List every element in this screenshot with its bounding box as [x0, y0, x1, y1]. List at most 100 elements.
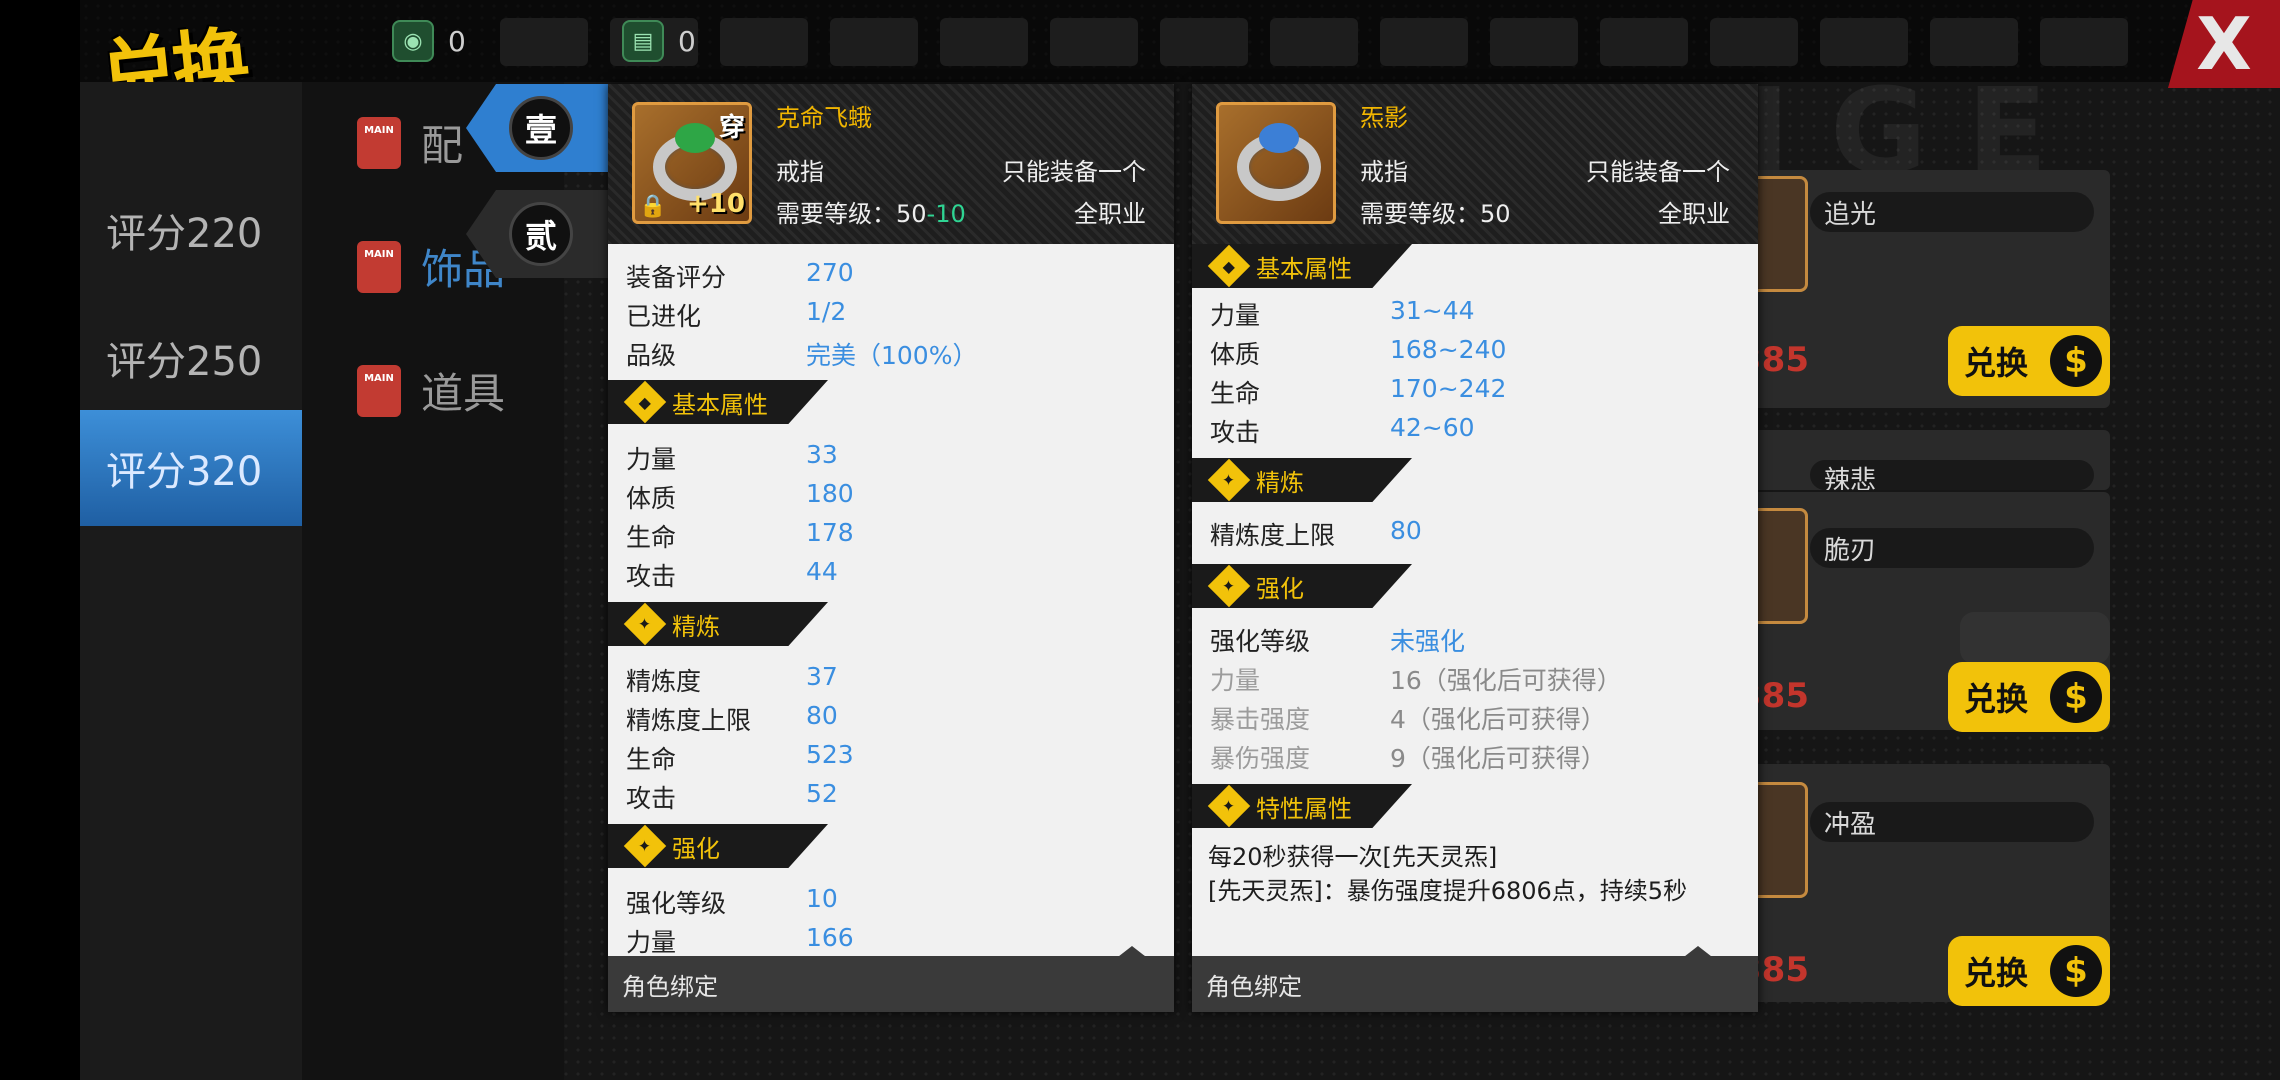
green-gem [675, 123, 715, 153]
enhance-level-badge: +10 [687, 189, 745, 219]
stat-row-locked: 力量 16（强化后可获得） [1210, 661, 1622, 697]
exchange-button[interactable]: 兑换 $ [1948, 936, 2110, 1006]
item-tooltip-equipped: 穿 🔒 +10 克命飞蛾 戒指 只能装备一个 需要等级：50-10 全职业 装备… [608, 84, 1174, 1012]
stat-key: 攻击 [626, 562, 677, 591]
stat-key: 暴击强度 [1210, 705, 1311, 734]
star-icon: ✦ [1207, 564, 1251, 608]
equipped-badge: 穿 [718, 113, 745, 143]
exchange-button[interactable]: 兑换 $ [1948, 662, 2110, 732]
item-unique-note: 只能装备一个 [1586, 158, 1730, 186]
list-item-name: 追光 [1810, 192, 2094, 232]
section-title: 特性属性 [1256, 794, 1352, 823]
top-slot [2040, 18, 2128, 66]
stat-key: 已进化 [626, 302, 702, 331]
item-level-requirement: 需要等级：50-10 [776, 194, 966, 229]
stat-row: 攻击 44 [626, 557, 838, 593]
lock-icon: 🔒 [639, 194, 667, 219]
top-slot [1380, 18, 1468, 66]
category-label: 道具 [421, 369, 506, 418]
list-item-name: 冲盈 [1810, 802, 2094, 842]
stat-value: 4（强化后可获得） [1390, 705, 1606, 734]
tab-label: 壹 [509, 96, 573, 160]
section-header-basic: ◆ 基本属性 [1192, 244, 1412, 288]
stat-row: 生命 170~242 [1210, 374, 1506, 410]
stat-key: 精炼度上限 [626, 706, 752, 735]
stat-row: 体质 168~240 [1210, 335, 1506, 371]
category-item[interactable]: MAIN 配 [357, 112, 463, 173]
stat-key: 力量 [1210, 666, 1261, 695]
score-nav-item-active[interactable]: 评分320 [80, 410, 302, 526]
stat-key: 攻击 [1210, 418, 1261, 447]
exchange-button[interactable]: 兑换 $ [1948, 326, 2110, 396]
stat-row-locked: 暴击强度 4（强化后可获得） [1210, 700, 1606, 736]
stat-value: 168~240 [1390, 335, 1507, 364]
tab-label: 贰 [509, 202, 573, 266]
level-modifier: -10 [926, 200, 966, 228]
star-icon: ✦ [623, 602, 667, 646]
currency-token[interactable]: ◉ 0 [392, 20, 466, 62]
stat-row: 装备评分 270 [626, 258, 854, 294]
green-ticket-icon: ▤ [622, 20, 664, 62]
stat-value: 1/2 [806, 297, 847, 326]
level-base: 50 [896, 200, 927, 228]
top-slot [500, 18, 588, 66]
stat-row: 品级 完美（100%） [626, 336, 977, 372]
top-slot [1160, 18, 1248, 66]
stat-key: 精炼度 [626, 667, 702, 696]
stat-key: 暴伤强度 [1210, 744, 1311, 773]
stat-row: 力量 33 [626, 440, 838, 476]
stat-value: 未强化 [1390, 627, 1466, 656]
section-title: 强化 [672, 834, 720, 863]
top-slot [1820, 18, 1908, 66]
item-type: 戒指 [1360, 158, 1408, 186]
tab-two[interactable]: 贰 [466, 190, 616, 278]
main-badge-icon: MAIN [357, 116, 401, 169]
stat-key: 攻击 [626, 784, 677, 813]
stat-key: 精炼度上限 [1210, 521, 1336, 550]
stat-row: 攻击 52 [626, 779, 838, 815]
top-slot [1600, 18, 1688, 66]
blue-gem [1259, 123, 1299, 153]
dollar-icon: $ [2050, 335, 2102, 387]
top-slot [940, 18, 1028, 66]
section-header-special: ✦ 特性属性 [1192, 784, 1412, 828]
green-token-icon: ◉ [392, 20, 434, 62]
section-title: 精炼 [672, 612, 720, 641]
category-item[interactable]: MAIN 道具 [357, 360, 505, 421]
ring-item-icon [1216, 102, 1336, 224]
stat-key: 力量 [1210, 301, 1261, 330]
tab-one[interactable]: 壹 [466, 84, 616, 172]
stat-row: 精炼度 37 [626, 662, 838, 698]
star-icon: ✦ [1207, 458, 1251, 502]
stat-key: 生命 [626, 745, 677, 774]
score-nav: 评分220 评分250 评分320 [80, 82, 302, 1080]
stat-value: 完美（100%） [806, 341, 978, 370]
stat-row: 强化等级 未强化 [1210, 622, 1465, 658]
star-icon: ✦ [623, 824, 667, 868]
stat-key: 生命 [626, 523, 677, 552]
dollar-icon: $ [2050, 671, 2102, 723]
item-unique-note: 只能装备一个 [1002, 158, 1146, 186]
dollar-icon: $ [2050, 945, 2102, 997]
stat-value: 52 [806, 779, 838, 808]
score-nav-item[interactable]: 评分220 [80, 172, 302, 288]
stat-value: 37 [806, 662, 838, 691]
list-item-name: 辣悲 [1810, 460, 2094, 490]
stat-key: 品级 [626, 341, 677, 370]
stat-key: 体质 [1210, 340, 1261, 369]
stat-row: 体质 180 [626, 479, 854, 515]
item-tooltip-compare: 炁影 戒指 只能装备一个 需要等级：50 全职业 ◆ 基本属性 力量 31~44 … [1192, 84, 1758, 1012]
stat-value: 180 [806, 479, 854, 508]
currency-ticket[interactable]: ▤ 0 [622, 20, 696, 62]
top-slot [1930, 18, 2018, 66]
game-screen: ANGE ◉ 0 ▤ 0 兑换 X 评分220 评分250 评分320 MAIN [0, 0, 2280, 1080]
stat-value: 270 [806, 258, 854, 287]
screen-edge [0, 0, 80, 1080]
score-nav-item[interactable]: 评分250 [80, 300, 302, 416]
main-badge-icon: MAIN [357, 364, 401, 417]
stat-value: 33 [806, 440, 838, 469]
item-class: 全职业 [1074, 200, 1146, 228]
stat-row: 力量 166 [626, 923, 854, 959]
stat-value: 9（强化后可获得） [1390, 744, 1606, 773]
main-badge-icon: MAIN [357, 240, 401, 293]
